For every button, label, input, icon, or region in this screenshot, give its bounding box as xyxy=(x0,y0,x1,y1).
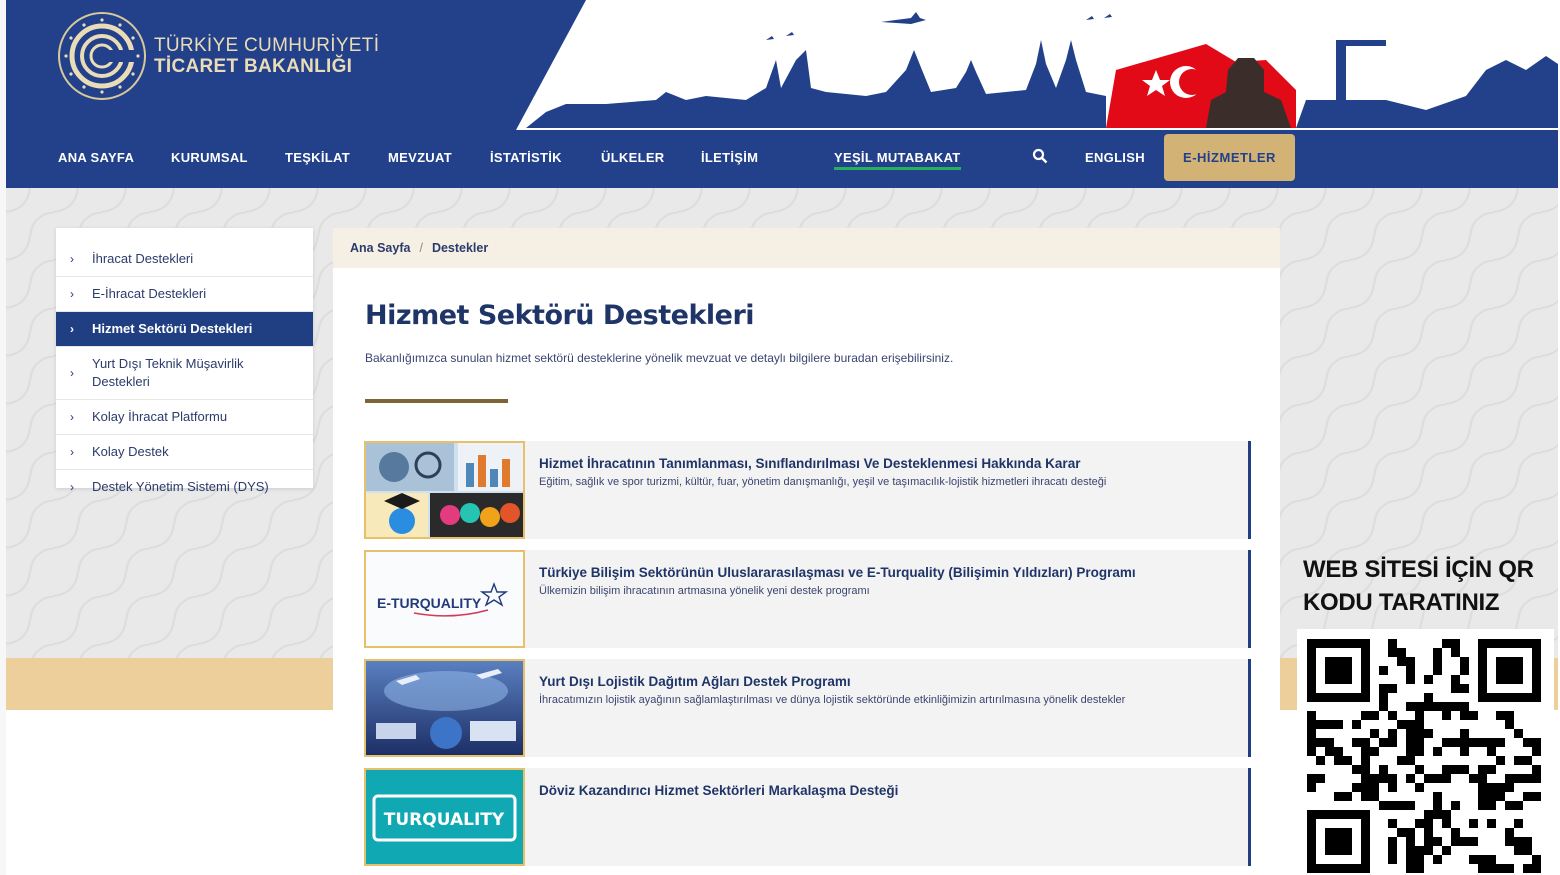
breadcrumb-current[interactable]: Destekler xyxy=(432,241,488,255)
sidebar-item-kolay-destek[interactable]: › Kolay Destek xyxy=(56,435,313,470)
qr-code-icon xyxy=(1297,629,1554,875)
sidebar-item-destek-yonetim-sistemi[interactable]: › Destek Yönetim Sistemi (DYS) xyxy=(56,470,313,504)
breadcrumb-separator: / xyxy=(419,241,423,255)
sidebar-item-label: Kolay İhracat Platformu xyxy=(92,409,228,424)
chevron-right-icon: › xyxy=(70,366,74,380)
ministry-name: TÜRKİYE CUMHURİYETİ TİCARET BAKANLIĞI xyxy=(154,35,379,77)
sidebar-item-ihracat-destekleri[interactable]: › İhracat Destekleri xyxy=(56,242,313,277)
breadcrumb: Ana Sayfa / Destekler xyxy=(333,228,1280,268)
nav-teskilat[interactable]: TEŞKİLAT xyxy=(285,150,350,165)
e-hizmetler-button[interactable]: E-HİZMETLER xyxy=(1164,134,1295,181)
card-title: Döviz Kazandırıcı Hizmet Sektörleri Mark… xyxy=(539,783,899,798)
sidebar-item-e-ihracat-destekleri[interactable]: › E-İhracat Destekleri xyxy=(56,277,313,312)
ministry-name-line1: TÜRKİYE CUMHURİYETİ xyxy=(154,35,380,56)
ministry-seal-icon xyxy=(58,12,146,100)
card-title: Hizmet İhracatının Tanımlanması, Sınıfla… xyxy=(539,456,1081,471)
card-subtitle: İhracatımızın lojistik ayağının sağlamla… xyxy=(539,694,1126,706)
qr-code[interactable] xyxy=(1297,629,1554,875)
chevron-right-icon: › xyxy=(70,322,74,336)
nav-istatistik[interactable]: İSTATİSTİK xyxy=(490,150,562,165)
card-title: Yurt Dışı Lojistik Dağıtım Ağları Destek… xyxy=(539,674,851,689)
chevron-right-icon: › xyxy=(70,445,74,459)
turquality-logo-text: TURQUALITY xyxy=(384,810,505,830)
turquality-logo-icon: TURQUALITY xyxy=(364,768,525,866)
sidebar-item-label: İhracat Destekleri xyxy=(92,251,194,266)
chevron-right-icon: › xyxy=(70,287,74,301)
card-subtitle: Ülkemizin bilişim ihracatının artmasına … xyxy=(539,585,870,597)
main-nav: ANA SAYFA KURUMSAL TEŞKİLAT MEVZUAT İSTA… xyxy=(6,130,1558,188)
page-description: Bakanlığımızca sunulan hizmet sektörü de… xyxy=(365,351,954,365)
card-thumbnail xyxy=(364,441,525,539)
site-header: TÜRKİYE CUMHURİYETİ TİCARET BAKANLIĞI AN… xyxy=(6,0,1558,188)
sidebar-menu: › İhracat Destekleri › E-İhracat Destekler… xyxy=(56,228,313,494)
qr-caption: WEB SİTESİ İÇİN QR KODU TARATINIZ xyxy=(1303,553,1553,619)
support-card-lojistik[interactable]: Yurt Dışı Lojistik Dağıtım Ağları Destek… xyxy=(364,659,1251,757)
nav-ana-sayfa[interactable]: ANA SAYFA xyxy=(58,150,134,165)
ministry-logo[interactable]: TÜRKİYE CUMHURİYETİ TİCARET BAKANLIĞI xyxy=(58,12,379,100)
support-card-hizmet-ihracati[interactable]: Hizmet İhracatının Tanımlanması, Sınıfla… xyxy=(364,441,1251,539)
card-title: Türkiye Bilişim Sektörünün Uluslararasıl… xyxy=(539,565,1136,580)
nav-yesil-mutabakat[interactable]: YEŞİL MUTABAKAT xyxy=(834,150,961,170)
breadcrumb-home-link[interactable]: Ana Sayfa xyxy=(350,241,410,255)
sidebar-item-label: Hizmet Sektörü Destekleri xyxy=(92,321,253,336)
sidebar-item-label: E-İhracat Destekleri xyxy=(92,286,207,301)
qr-caption-line1: WEB SİTESİ İÇİN QR xyxy=(1303,556,1534,583)
e-turquality-logo-icon: E-TURQUALITY xyxy=(364,550,525,648)
support-card-markalasma[interactable]: TURQUALITY Döviz Kazandırıcı Hizmet Sekt… xyxy=(364,768,1251,866)
sidebar-item-yurt-disi-teknik-musavirlik[interactable]: › Yurt Dışı Teknik Müşavirlik Destekleri xyxy=(56,347,313,400)
sidebar-item-hizmet-sektoru-destekleri[interactable]: › Hizmet Sektörü Destekleri xyxy=(56,312,313,347)
nav-mevzuat[interactable]: MEVZUAT xyxy=(388,150,452,165)
chevron-right-icon: › xyxy=(70,480,74,494)
ministry-name-line2: TİCARET BAKANLIĞI xyxy=(154,56,353,77)
main-content: Ana Sayfa / Destekler Hizmet Sektörü Des… xyxy=(333,228,1280,875)
sidebar-item-label: Kolay Destek xyxy=(92,444,169,459)
sidebar-item-label: Yurt Dışı Teknik Müşavirlik Destekleri xyxy=(92,356,244,389)
sidebar-item-kolay-ihracat-platformu[interactable]: › Kolay İhracat Platformu xyxy=(56,400,313,435)
nav-kurumsal[interactable]: KURUMSAL xyxy=(171,150,248,165)
search-icon[interactable] xyxy=(1032,148,1048,167)
nav-ulkeler[interactable]: ÜLKELER xyxy=(601,150,665,165)
page-title: Hizmet Sektörü Destekleri xyxy=(365,300,755,331)
nav-iletisim[interactable]: İLETİŞİM xyxy=(701,150,758,165)
title-underline xyxy=(365,399,508,403)
nav-english[interactable]: ENGLISH xyxy=(1085,150,1145,165)
sidebar-item-label: Destek Yönetim Sistemi (DYS) xyxy=(92,479,269,494)
card-subtitle: Eğitim, sağlık ve spor turizmi, kültür, … xyxy=(539,476,1107,488)
chevron-right-icon: › xyxy=(70,252,74,266)
support-card-e-turquality[interactable]: E-TURQUALITY Türkiye Bilişim Sektörünün … xyxy=(364,550,1251,648)
card-thumbnail xyxy=(364,659,525,757)
chevron-right-icon: › xyxy=(70,410,74,424)
qr-caption-line2: KODU TARATINIZ xyxy=(1303,589,1500,616)
e-turquality-logo-text: E-TURQUALITY xyxy=(377,595,482,611)
